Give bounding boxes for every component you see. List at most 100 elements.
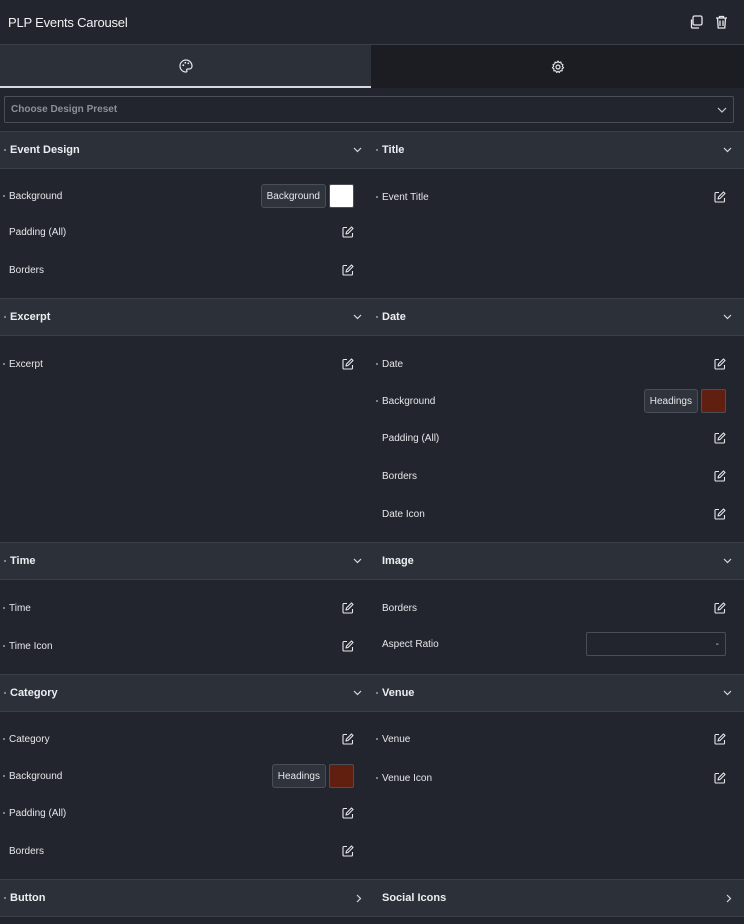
event-design-background-row: Background Background (0, 183, 362, 209)
section-excerpt-header[interactable]: Excerpt (0, 298, 372, 336)
event-design-borders-row: Borders (0, 257, 362, 283)
design-preset-select[interactable]: Choose Design Preset (4, 96, 734, 123)
section-title: Category (10, 687, 58, 699)
trash-icon[interactable] (715, 15, 728, 29)
row-label: Event Title (382, 191, 429, 203)
edit-icon[interactable] (342, 226, 354, 238)
aspect-ratio-value: - (715, 638, 719, 650)
row-label: Time Icon (9, 640, 53, 652)
section-social-icons-header[interactable]: Social Icons (372, 879, 744, 917)
row-label: Padding (All) (9, 807, 67, 819)
edit-icon[interactable] (342, 733, 354, 745)
section-title: Venue (382, 687, 415, 699)
chevron-down-icon (353, 690, 362, 696)
row-label: Aspect Ratio (382, 638, 439, 650)
image-borders-row: Borders (376, 595, 734, 621)
row-label: Background (382, 395, 436, 407)
section-event-design-header[interactable]: Event Design (0, 131, 372, 169)
section-time-header[interactable]: Time (0, 542, 372, 580)
excerpt-row: Excerpt (0, 351, 362, 377)
color-swatch[interactable] (329, 184, 354, 208)
chevron-right-icon (356, 894, 362, 903)
section-title: Title (382, 144, 405, 156)
row-label: Excerpt (9, 358, 43, 370)
palette-icon (178, 58, 193, 73)
global-color-chip[interactable]: Headings (643, 389, 698, 413)
category-borders-row: Borders (0, 838, 362, 864)
section-button-header[interactable]: Button (0, 879, 372, 917)
section-image-header[interactable]: Image (372, 542, 744, 580)
color-swatch[interactable] (329, 764, 354, 788)
section-date-header[interactable]: Date (372, 298, 744, 336)
date-icon-row: Date Icon (376, 501, 734, 527)
edit-icon[interactable] (342, 264, 354, 276)
row-label: Venue Icon (382, 772, 433, 784)
section-title-header[interactable]: Title (372, 131, 744, 169)
row-label: Date (382, 358, 404, 370)
section-venue-header[interactable]: Venue (372, 674, 744, 712)
edit-icon[interactable] (714, 602, 726, 614)
edit-icon[interactable] (342, 640, 354, 652)
section-title: Time (10, 555, 36, 567)
gear-icon (551, 59, 565, 74)
row-label: Padding (All) (382, 432, 440, 444)
tab-settings[interactable] (371, 45, 744, 88)
event-design-padding-row: Padding (All) (0, 219, 362, 245)
tab-style[interactable] (0, 45, 371, 88)
row-label: Background (9, 770, 63, 782)
row-label: Date Icon (382, 508, 425, 520)
chevron-down-icon (723, 558, 732, 564)
chevron-down-icon (723, 147, 732, 153)
section-title: Social Icons (382, 892, 447, 904)
row-label: Venue (382, 733, 411, 745)
chevron-down-icon (353, 314, 362, 320)
row-label: Borders (9, 264, 45, 276)
aspect-ratio-select[interactable]: - (586, 632, 726, 656)
chevron-down-icon (353, 147, 362, 153)
date-background-row: Background Headings (376, 388, 734, 414)
row-label: Time (9, 602, 31, 614)
time-row: Time (0, 595, 362, 621)
section-title: Image (382, 555, 414, 567)
edit-icon[interactable] (342, 807, 354, 819)
chevron-down-icon (723, 314, 732, 320)
edit-icon[interactable] (342, 358, 354, 370)
edit-icon[interactable] (714, 432, 726, 444)
global-color-chip[interactable]: Headings (271, 764, 326, 788)
chevron-down-icon (723, 690, 732, 696)
edit-icon[interactable] (714, 508, 726, 520)
header-actions (689, 15, 736, 29)
edit-icon[interactable] (714, 191, 726, 203)
edit-icon[interactable] (714, 733, 726, 745)
panel-title: PLP Events Carousel (8, 14, 128, 30)
global-color-chip[interactable]: Background (260, 184, 326, 208)
row-label: Borders (382, 470, 418, 482)
section-title: Date (382, 311, 406, 323)
duplicate-icon[interactable] (689, 15, 703, 29)
title-event-title-row: Event Title (376, 184, 734, 210)
chevron-down-icon (717, 107, 727, 113)
time-icon-row: Time Icon (0, 633, 362, 659)
panel-header: PLP Events Carousel (0, 0, 744, 45)
date-borders-row: Borders (376, 463, 734, 489)
panel-tabs (0, 45, 744, 88)
section-category-header[interactable]: Category (0, 674, 372, 712)
chevron-down-icon (353, 558, 362, 564)
category-background-row: Background Headings (0, 763, 362, 789)
venue-row: Venue (376, 726, 734, 752)
row-label: Background (9, 190, 63, 202)
section-title: Event Design (10, 144, 80, 156)
edit-icon[interactable] (714, 358, 726, 370)
date-padding-row: Padding (All) (376, 425, 734, 451)
chevron-right-icon (726, 894, 732, 903)
category-padding-row: Padding (All) (0, 800, 362, 826)
edit-icon[interactable] (342, 602, 354, 614)
edit-icon[interactable] (342, 845, 354, 857)
section-title: Button (10, 892, 46, 904)
image-aspect-ratio-row: Aspect Ratio - (376, 631, 734, 657)
row-label: Padding (All) (9, 226, 67, 238)
color-swatch[interactable] (701, 389, 726, 413)
date-row: Date (376, 351, 734, 377)
edit-icon[interactable] (714, 772, 726, 784)
edit-icon[interactable] (714, 470, 726, 482)
